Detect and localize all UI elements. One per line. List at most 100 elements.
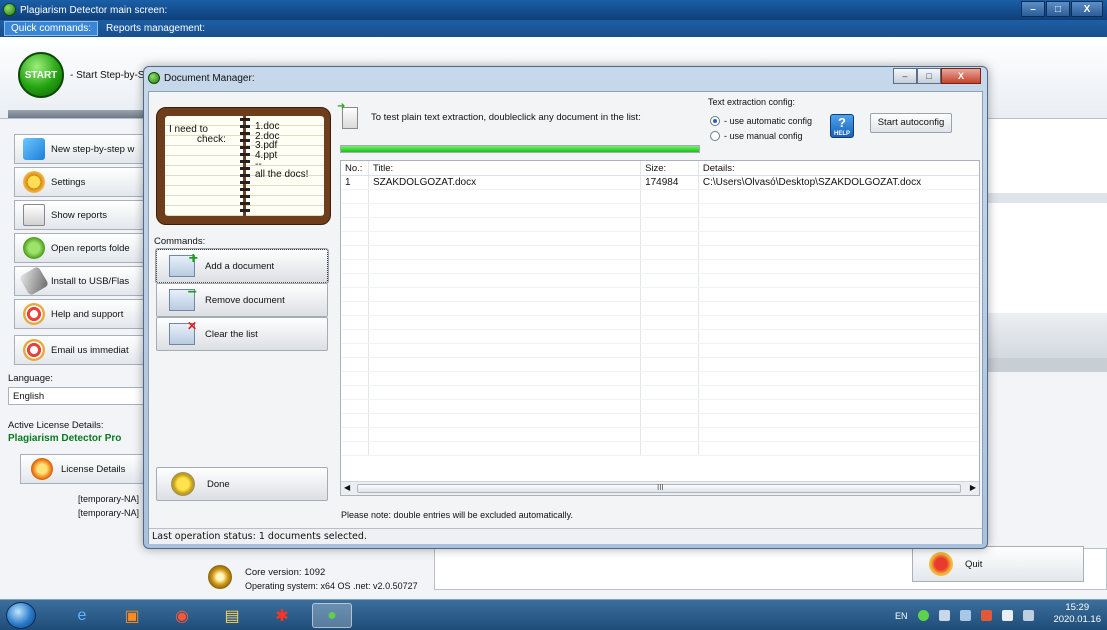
progress-bar xyxy=(340,145,700,153)
sidebar-item-show-reports[interactable]: Show reports xyxy=(14,200,146,230)
empty-cell xyxy=(641,218,699,231)
menu-reports-management[interactable]: Reports management: xyxy=(100,22,211,35)
done-label: Done xyxy=(207,478,230,490)
help-button[interactable]: ? HELP xyxy=(830,114,854,138)
empty-cell xyxy=(341,190,369,203)
column-header-details[interactable]: Details: xyxy=(699,161,979,175)
remove-document-button[interactable]: Remove document xyxy=(156,283,328,317)
empty-cell xyxy=(699,218,979,231)
app-bug-icon[interactable]: ✱ xyxy=(262,603,302,628)
dialog-maximize-button[interactable]: □ xyxy=(917,68,941,84)
chrome-icon[interactable]: ◉ xyxy=(162,603,202,628)
sidebar-item-new-step-by-step[interactable]: New step-by-step w xyxy=(14,134,146,164)
device-icon[interactable] xyxy=(1022,610,1034,621)
quit-button[interactable]: Quit xyxy=(912,546,1084,582)
radio-automatic-config[interactable] xyxy=(710,116,720,126)
empty-cell xyxy=(341,218,369,231)
network-icon[interactable] xyxy=(938,610,950,621)
sidebar-item-install-usb[interactable]: Install to USB/Flas xyxy=(14,266,146,296)
empty-table-row xyxy=(341,204,979,218)
empty-table-row xyxy=(341,344,979,358)
empty-table-row xyxy=(341,386,979,400)
sidebar-item-settings[interactable]: Settings xyxy=(14,167,146,197)
minimize-button[interactable]: – xyxy=(1021,1,1045,17)
internet-explorer-icon[interactable]: e xyxy=(62,603,102,628)
start-autoconfig-button[interactable]: Start autoconfig xyxy=(870,113,952,133)
empty-cell xyxy=(641,414,699,427)
plagiarism-detector-taskbar-icon[interactable]: ● xyxy=(312,603,352,628)
app-logo-icon xyxy=(3,3,16,16)
scrollbar-grip-icon: III xyxy=(657,483,664,492)
scroll-right-icon[interactable]: ▶ xyxy=(970,483,976,492)
menu-quick-commands[interactable]: Quick commands: xyxy=(4,21,99,36)
empty-cell xyxy=(641,302,699,315)
sidebar-item-open-reports-folder[interactable]: Open reports folde xyxy=(14,233,146,263)
empty-cell xyxy=(369,316,642,329)
license-product-name: Plagiarism Detector Pro xyxy=(8,433,122,444)
windows-start-icon[interactable] xyxy=(6,602,36,629)
app-tray-icon[interactable] xyxy=(917,610,929,621)
remove-document-icon xyxy=(169,284,197,311)
close-button[interactable]: X xyxy=(1071,1,1103,17)
notebook-text: all the docs! xyxy=(255,168,309,180)
document-list[interactable]: No.: Title: Size: Details: 1 SZAKDOLGOZA… xyxy=(340,160,980,496)
dialog-minimize-button[interactable]: – xyxy=(893,68,917,84)
license-details-button[interactable]: License Details xyxy=(20,454,146,484)
radio-manual-config[interactable] xyxy=(710,131,720,141)
sidebar-item-label: Settings xyxy=(51,176,86,188)
extraction-hint: To test plain text extraction, doublecli… xyxy=(371,112,641,123)
add-document-icon xyxy=(169,250,198,277)
usb-icon xyxy=(18,267,50,295)
dialog-close-button[interactable]: X xyxy=(941,68,981,84)
main-window-title: Plagiarism Detector main screen: xyxy=(20,4,168,16)
language-select[interactable]: English xyxy=(8,387,146,405)
empty-cell xyxy=(641,232,699,245)
license-badge-icon xyxy=(31,458,53,480)
empty-table-row xyxy=(341,442,979,456)
dialog-window-controls: – □ X xyxy=(893,68,981,84)
language-label: Language: xyxy=(8,373,53,384)
main-titlebar: Plagiarism Detector main screen: – □ X xyxy=(0,0,1107,20)
empty-cell xyxy=(369,386,642,399)
empty-cell xyxy=(641,400,699,413)
empty-cell xyxy=(369,190,642,203)
taskbar: e ▣ ◉ ▤ ✱ ● EN 15:29 2020.01.16 xyxy=(0,599,1107,630)
start-step-by-step-label[interactable]: - Start Step-by-S xyxy=(70,70,144,81)
monitor-icon[interactable] xyxy=(959,610,971,621)
file-explorer-icon[interactable]: ▤ xyxy=(212,603,252,628)
scroll-left-icon[interactable]: ◀ xyxy=(344,483,350,492)
maximize-button[interactable]: □ xyxy=(1046,1,1070,17)
system-clock[interactable]: 15:29 2020.01.16 xyxy=(1053,602,1101,626)
empty-table-row xyxy=(341,288,979,302)
empty-table-row xyxy=(341,232,979,246)
config-title: Text extraction config: xyxy=(708,97,796,107)
empty-cell xyxy=(641,428,699,441)
column-header-title[interactable]: Title: xyxy=(369,161,642,175)
cell-size: 174984 xyxy=(641,176,699,189)
volume-icon[interactable] xyxy=(1001,610,1013,621)
clear-list-button[interactable]: Clear the list xyxy=(156,317,328,351)
column-header-size[interactable]: Size: xyxy=(641,161,699,175)
empty-cell xyxy=(641,288,699,301)
cell-details: C:\Users\Olvasó\Desktop\SZAKDOLGOZAT.doc… xyxy=(702,177,922,188)
horizontal-scrollbar[interactable]: ◀ III ▶ xyxy=(341,481,979,495)
done-check-icon xyxy=(171,472,195,496)
sidebar-item-help-support[interactable]: Help and support xyxy=(14,299,146,329)
done-button[interactable]: Done xyxy=(156,467,328,501)
text-extraction-config: Text extraction config: - use automatic … xyxy=(704,95,974,151)
empty-table-row xyxy=(341,190,979,204)
empty-table-row xyxy=(341,246,979,260)
empty-table-row xyxy=(341,302,979,316)
empty-cell xyxy=(699,190,979,203)
empty-cell xyxy=(369,246,642,259)
empty-cell xyxy=(341,442,369,455)
empty-cell xyxy=(641,344,699,357)
outlook-icon[interactable]: ▣ xyxy=(112,603,152,628)
keyboard-language[interactable]: EN xyxy=(895,611,908,621)
sidebar-item-email-us[interactable]: Email us immediat xyxy=(14,335,146,365)
flag-icon[interactable] xyxy=(980,610,992,621)
start-button[interactable]: START xyxy=(18,52,64,98)
column-header-no[interactable]: No.: xyxy=(341,161,369,175)
add-document-button[interactable]: Add a document xyxy=(155,248,329,284)
table-row[interactable]: 1 SZAKDOLGOZAT.docx 174984 C:\Users\Olva… xyxy=(341,176,979,190)
